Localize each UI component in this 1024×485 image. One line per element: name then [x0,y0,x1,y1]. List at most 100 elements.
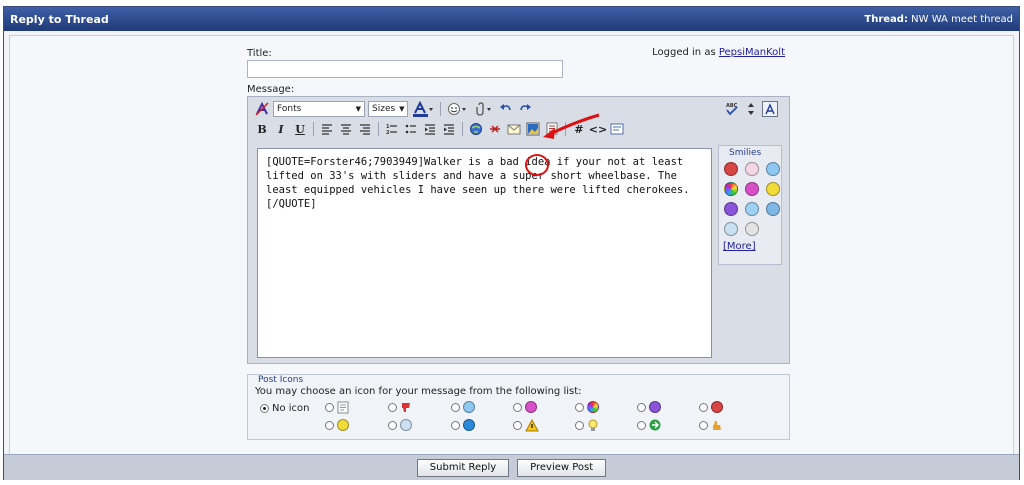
username-link[interactable]: PepsiManKolt [719,47,785,58]
post-icon-option[interactable] [451,401,475,413]
grin-smilie-icon[interactable] [745,182,759,196]
radio-icon[interactable] [575,421,584,430]
mad-smilie-icon[interactable] [724,162,738,176]
wrap-code-button[interactable]: # [571,121,587,137]
more-smilies-link[interactable]: [More] [723,241,777,252]
warning-icon [525,419,539,432]
cool-smilie-icon[interactable] [724,222,738,236]
quote-icon[interactable] [544,121,560,137]
align-right-icon[interactable] [357,121,373,137]
smile-smilie-icon[interactable] [766,182,780,196]
size-select[interactable]: Sizes ▼ [368,101,408,117]
post-icon-none[interactable]: No icon [260,403,310,414]
post-icon-option[interactable] [575,401,599,413]
message-textarea[interactable]: [QUOTE=Forster46;7903949]Walker is a bad… [257,148,712,358]
svg-text:2: 2 [386,130,390,135]
insert-link-icon[interactable] [468,121,484,137]
spellcheck-icon[interactable]: ABC [724,101,740,117]
post-icons-description: You may choose an icon for your message … [255,386,582,397]
thumbs-up-icon [713,421,721,430]
radio-icon[interactable] [325,403,334,412]
bullet-list-icon[interactable] [403,121,419,137]
radio-icon[interactable] [637,402,646,412]
insert-image-icon[interactable] [525,121,541,137]
align-center-icon[interactable] [338,121,354,137]
post-icons-legend: Post Icons [258,375,304,385]
resize-icon[interactable] [743,101,759,117]
logged-in-prefix: Logged in as [652,47,716,58]
more-smilies-text[interactable]: [More] [723,241,756,252]
cool-icon [400,419,412,431]
mad-icon [711,401,723,413]
radio-icon[interactable] [699,402,708,412]
smilies-box: Smilies [More] [718,145,782,265]
toolbar-row-1: Fonts ▼ Sizes ▼ [254,99,533,119]
toolbar-row-2: B I U 12 # <> [254,119,625,139]
post-icon-option[interactable] [699,419,723,432]
message-editor: Fonts ▼ Sizes ▼ ABC B I U 1 2 # <> [QUOT… [247,96,790,364]
smile-icon [337,419,349,431]
post-icon-option[interactable] [451,419,475,431]
bold-button[interactable]: B [254,121,270,137]
remove-format-icon[interactable] [254,101,270,117]
post-icon-option[interactable] [388,401,412,414]
rainbow-smilie-icon[interactable] [724,182,738,196]
radio-icon[interactable] [575,402,584,412]
submit-reply-button[interactable]: Submit Reply [416,458,510,477]
ordered-list-icon[interactable]: 12 [384,121,400,137]
radio-no-icon[interactable] [260,404,269,413]
post-icon-option[interactable] [513,401,537,413]
thread-label: Thread: [864,13,908,25]
smilie-menu-icon[interactable] [446,101,470,117]
undo-icon[interactable] [498,101,514,117]
confused-smilie-icon[interactable] [745,202,759,216]
italic-button[interactable]: I [273,121,289,137]
toolbar-separator [378,122,379,136]
attachment-menu-icon[interactable] [473,101,495,117]
radio-icon[interactable] [513,402,522,412]
html-code-button[interactable]: <> [589,121,607,137]
radio-icon[interactable] [513,421,522,430]
radio-icon[interactable] [451,402,460,412]
radio-icon[interactable] [637,420,646,430]
redo-icon[interactable] [517,101,533,117]
page-title: Reply to Thread [10,12,109,26]
radio-icon[interactable] [388,420,397,430]
radio-icon[interactable] [451,420,460,430]
post-icon-option[interactable] [325,401,349,414]
text-color-button[interactable] [411,101,435,117]
remove-link-icon[interactable] [487,121,503,137]
tongue-smilie-icon[interactable] [745,162,759,176]
grin-icon [525,401,537,413]
post-icon-option[interactable] [699,401,723,413]
underline-button[interactable]: U [292,121,308,137]
smilies-grid [724,162,780,236]
wink-smilie-icon[interactable] [766,162,780,176]
radio-icon[interactable] [388,403,397,412]
frown-icon [649,401,661,413]
outdent-icon[interactable] [422,121,438,137]
preview-post-button[interactable]: Preview Post [517,458,607,477]
document-icon [337,401,349,414]
title-input[interactable] [247,60,563,78]
php-code-icon[interactable] [609,121,625,137]
radio-icon[interactable] [325,420,334,430]
post-icon-option[interactable] [637,401,661,413]
radio-icon[interactable] [699,421,708,430]
form-panel: Title: Logged in as PepsiManKolt Message… [9,35,1014,455]
eek-smilie-icon[interactable] [745,222,759,236]
switch-mode-icon[interactable] [762,101,778,117]
wink-icon [463,401,475,413]
post-icon-option[interactable] [513,419,539,432]
thread-info: Thread: NW WA meet thread [864,14,1013,25]
post-icon-option[interactable] [637,419,661,431]
rolleyes-smilie-icon[interactable] [766,202,780,216]
post-icon-option[interactable] [325,419,349,431]
font-select[interactable]: Fonts ▼ [273,101,365,117]
post-icon-option[interactable] [388,419,412,431]
post-icon-option[interactable] [575,419,599,432]
align-left-icon[interactable] [319,121,335,137]
frown-smilie-icon[interactable] [724,202,738,216]
email-link-icon[interactable] [506,121,522,137]
indent-icon[interactable] [441,121,457,137]
